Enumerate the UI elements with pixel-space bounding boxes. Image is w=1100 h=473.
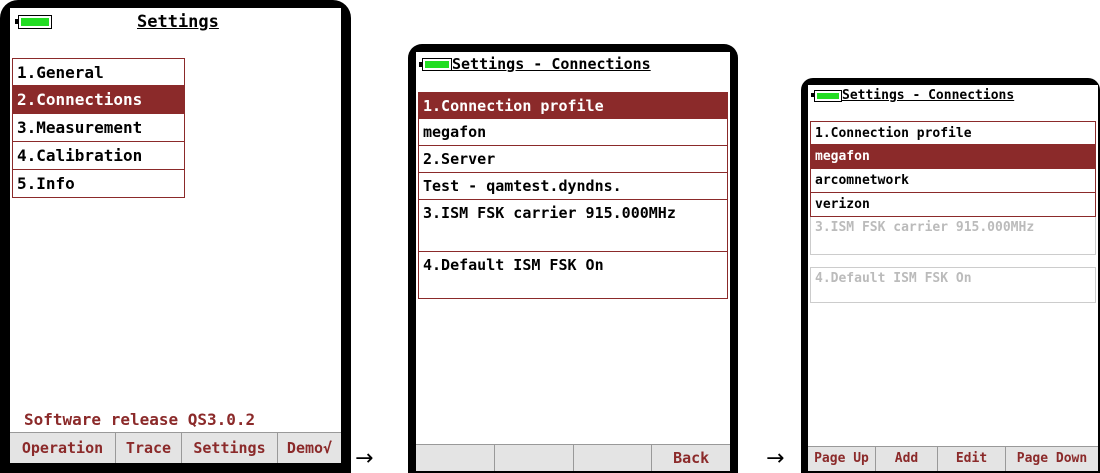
list-item-profile-value[interactable]: megafon — [418, 119, 728, 146]
softkey-add[interactable]: Add — [876, 447, 938, 471]
screen-settings: Settings 1.General 2.Connections 3.Measu… — [10, 8, 341, 463]
title-bar: Settings - Connections — [808, 85, 1098, 107]
battery-icon — [419, 58, 452, 71]
softkey-1[interactable] — [416, 445, 495, 471]
softkey-page-up[interactable]: Page Up — [808, 447, 876, 471]
software-release-text: Software release QS3.0.2 — [24, 410, 256, 429]
list-item-default-ism-fsk: 4.Default ISM FSK On — [810, 267, 1096, 303]
menu-item-general[interactable]: 1.General — [12, 58, 185, 86]
screen-connections: Settings - Connections 1.Connection prof… — [416, 52, 730, 471]
softkey-operation[interactable]: Operation — [10, 433, 116, 463]
softkey-page-down[interactable]: Page Down — [1006, 447, 1098, 471]
battery-icon — [811, 90, 842, 102]
page-title: Settings — [137, 12, 219, 32]
menu-item-measurement[interactable]: 3.Measurement — [12, 114, 185, 142]
list-item-megafon[interactable]: megafon — [810, 145, 1096, 169]
menu-item-connections[interactable]: 2.Connections — [12, 86, 185, 114]
list-item-server-value[interactable]: Test - qamtest.dyndns. — [418, 173, 728, 200]
list-item-arcomnetwork[interactable]: arcomnetwork — [810, 169, 1096, 193]
softkey-demo[interactable]: Demo√ — [278, 433, 341, 463]
softkey-back[interactable]: Back — [652, 445, 730, 471]
softkey-trace[interactable]: Trace — [116, 433, 182, 463]
softkey-3[interactable] — [574, 445, 653, 471]
list-item-default-ism-fsk[interactable]: 4.Default ISM FSK On — [418, 252, 728, 299]
title-bar: Settings - Connections — [416, 52, 730, 78]
softkey-bar: Operation Trace Settings Demo√ — [10, 432, 341, 463]
list-item-connection-profile[interactable]: 1.Connection profile — [418, 92, 728, 119]
softkey-edit[interactable]: Edit — [938, 447, 1006, 471]
title-bar: Settings — [10, 8, 341, 38]
list-item-server[interactable]: 2.Server — [418, 146, 728, 173]
battery-icon — [15, 15, 52, 29]
page-title: Settings - Connections — [842, 88, 1015, 103]
menu-item-calibration[interactable]: 4.Calibration — [12, 142, 185, 170]
softkey-2[interactable] — [495, 445, 574, 471]
page-title: Settings - Connections — [452, 55, 651, 73]
device-connection-profiles: Settings - Connections 1.Connection prof… — [801, 78, 1100, 473]
arrow-icon: → — [766, 446, 785, 471]
menu-item-info[interactable]: 5.Info — [12, 170, 185, 198]
list-item-verizon[interactable]: verizon — [810, 193, 1096, 217]
list-item-connection-profile[interactable]: 1.Connection profile — [810, 121, 1096, 145]
screen-connection-profiles: Settings - Connections 1.Connection prof… — [808, 85, 1098, 471]
softkey-settings[interactable]: Settings — [182, 433, 278, 463]
softkey-bar: Back — [416, 444, 730, 471]
arrow-icon: → — [355, 446, 374, 471]
device-connections: Settings - Connections 1.Connection prof… — [408, 44, 738, 473]
list-item-ism-fsk-carrier[interactable]: 3.ISM FSK carrier 915.000MHz — [418, 200, 728, 252]
softkey-bar: Page Up Add Edit Page Down — [808, 446, 1098, 471]
list-item-ism-fsk-carrier: 3.ISM FSK carrier 915.000MHz — [810, 217, 1096, 255]
device-settings: Settings 1.General 2.Connections 3.Measu… — [0, 0, 351, 473]
